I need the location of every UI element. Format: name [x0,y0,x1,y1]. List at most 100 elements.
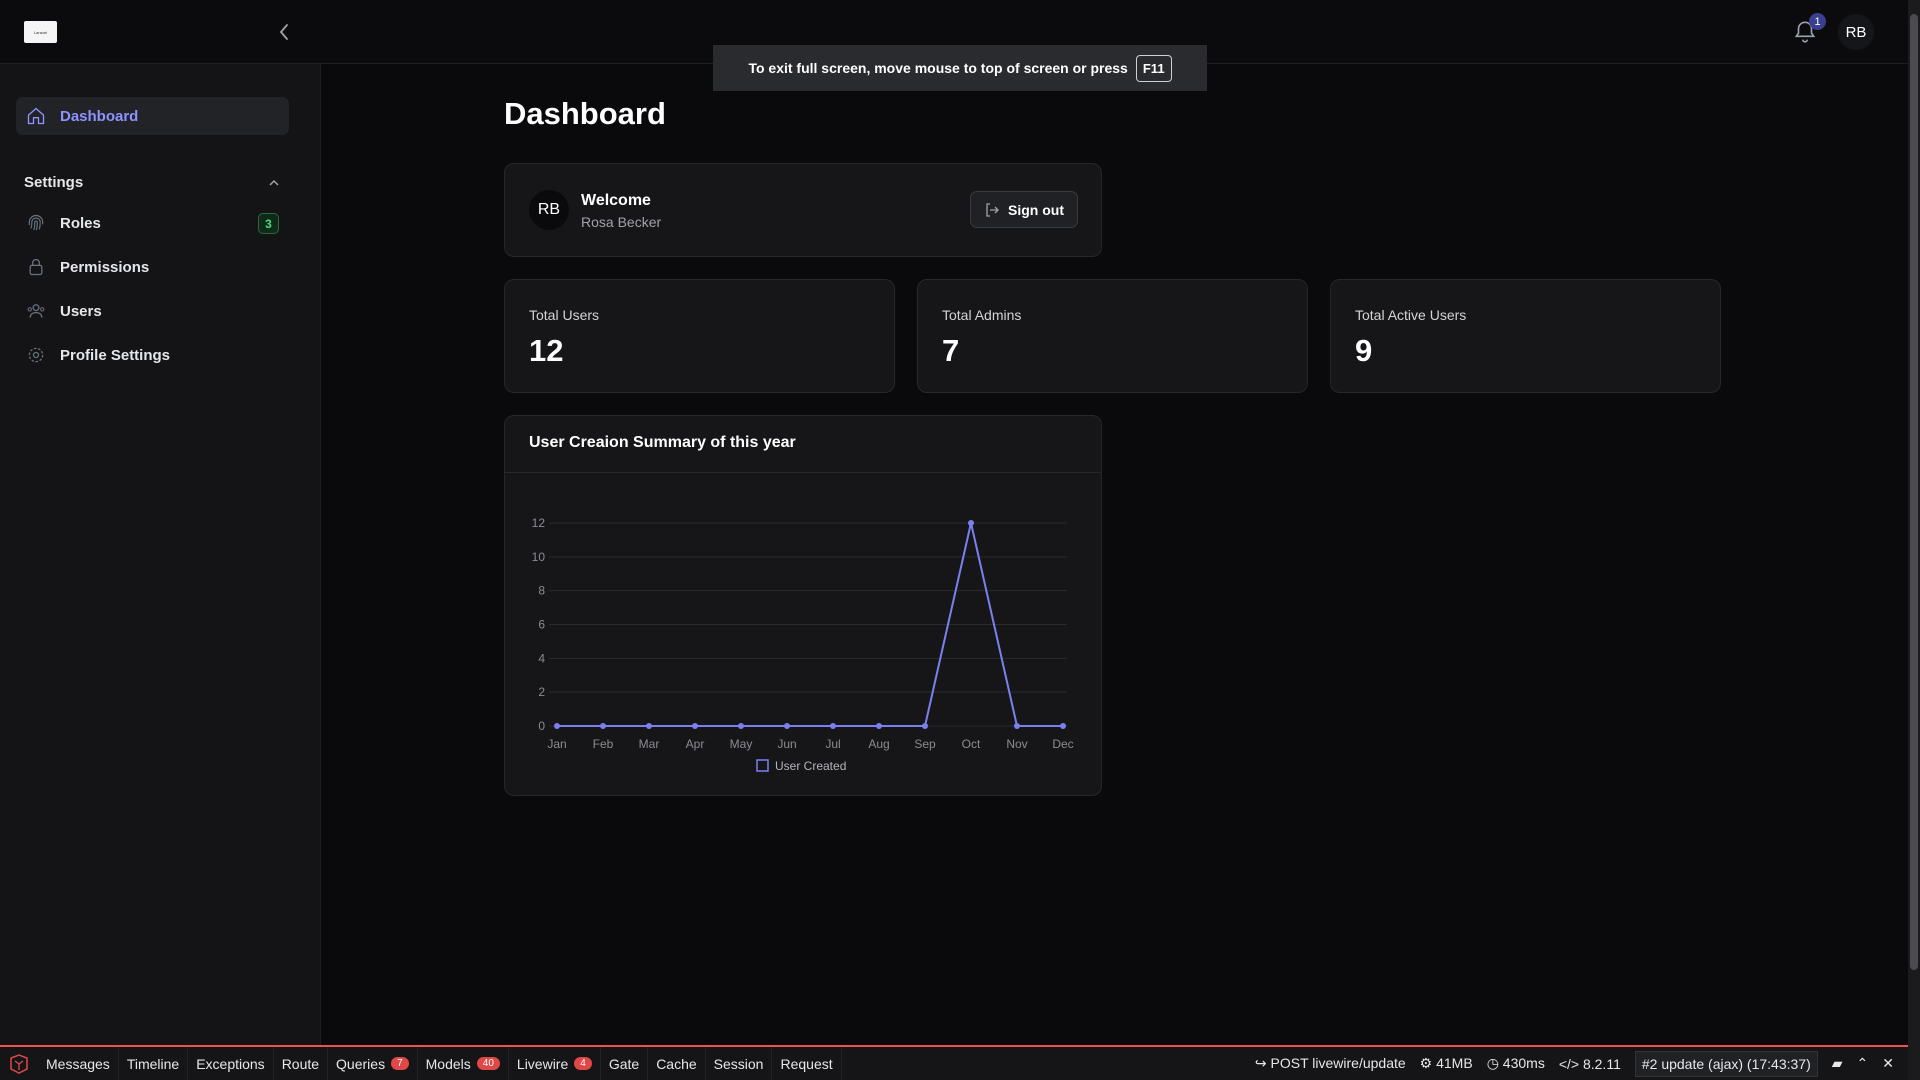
legend-swatch [756,759,769,772]
sidebar-item-label: Users [60,302,102,320]
stat-card-total-users: Total Users 12 [504,279,895,393]
debug-tab-messages[interactable]: Messages [38,1047,119,1080]
sidebar: Dashboard Settings Roles 3 Permissions U… [0,64,321,1045]
x-tick-label: Aug [868,737,889,751]
user-creation-line-chart: 0 2 4 6 8 10 12 Jan Feb Mar Apr May Jun Jul Aug Sep Oct N… [532,516,1074,773]
roles-count-badge: 3 [258,213,279,234]
data-point [876,723,882,729]
sidebar-item-label: Dashboard [60,107,139,125]
settings-group-label: Settings [24,174,84,191]
sidebar-item-users[interactable]: Users [16,292,289,330]
sidebar-item-roles[interactable]: Roles 3 [16,204,289,242]
debug-tab-gate[interactable]: Gate [601,1047,649,1080]
x-tick-label: Jun [777,737,796,751]
debug-bar: Messages Timeline Exceptions Route Queri… [0,1045,1908,1080]
chevron-up-icon [269,179,279,186]
fullscreen-notice-text: To exit full screen, move mouse to top o… [748,60,1128,76]
data-point [600,723,606,729]
avatar: RB [529,190,569,230]
debug-tab-label: Queries [336,1055,386,1072]
debug-php-text: 8.2.11 [1582,1055,1621,1072]
debug-tab-badge: 7 [391,1057,409,1070]
debug-request-route: ↪ POST livewire/update [1254,1055,1406,1071]
debug-tab-session[interactable]: Session [706,1047,773,1080]
stat-value: 12 [529,333,564,368]
debug-time-text: 430ms [1502,1055,1545,1071]
debug-tab-badge: 4 [574,1057,592,1070]
scrollbar[interactable] [1908,0,1920,1080]
data-point [554,723,560,729]
sidebar-item-profile-settings[interactable]: Profile Settings [16,336,289,374]
stat-label: Total Active Users [1355,307,1467,323]
users-icon [27,304,45,318]
page-title: Dashboard [504,96,666,131]
logo-text: Laravel [33,29,48,35]
x-tick-label: Apr [686,737,705,751]
settings-group-toggle[interactable]: Settings [24,174,280,191]
debug-tab-label: Exceptions [196,1055,265,1072]
fingerprint-icon [28,214,44,231]
sign-out-button[interactable]: Sign out [970,191,1078,228]
debug-tab-label: Models [425,1055,471,1072]
stat-card-total-admins: Total Admins 7 [917,279,1308,393]
debug-tab-queries[interactable]: Queries 7 [328,1047,418,1080]
welcome-card: RB Welcome Rosa Becker Sign out [504,163,1102,257]
debug-request-select[interactable]: #2 update (ajax) (17:43:37) [1634,1050,1818,1077]
close-icon[interactable]: ✕ [1882,1055,1894,1072]
sidebar-item-label: Roles [60,214,101,232]
debug-memory: ⚙ 41MB [1419,1055,1473,1071]
welcome-user-name: Rosa Becker [581,214,662,230]
lock-icon [29,258,43,276]
data-point [922,723,928,729]
x-tick-label: Sep [914,737,936,751]
debug-tab-timeline[interactable]: Timeline [119,1047,189,1080]
y-tick-label: 10 [532,550,546,564]
chart-card: User Creaion Summary of this year 0 2 4 6 8 1… [504,415,1102,796]
debug-tab-request[interactable]: Request [772,1047,842,1080]
data-point [784,723,790,729]
debug-tab-label: Timeline [126,1055,180,1072]
debug-bar-info: ↪ POST livewire/update ⚙ 41MB ◷ 430ms </… [1254,1050,1908,1077]
data-point [1060,723,1066,729]
stat-value: 7 [942,333,960,368]
sidebar-item-dashboard[interactable]: Dashboard [16,97,289,135]
x-tick-label: Feb [593,737,614,751]
chart-title: User Creaion Summary of this year [529,434,796,451]
chevron-up-icon[interactable]: ⌃ [1857,1055,1869,1072]
debug-tab-label: Messages [46,1055,110,1072]
y-tick-label: 4 [538,651,545,665]
debug-tab-label: Route [281,1055,320,1072]
y-tick-label: 12 [532,516,546,530]
x-tick-label: Jul [825,737,840,751]
debug-tab-route[interactable]: Route [274,1047,329,1080]
user-avatar[interactable]: RB [1838,14,1874,50]
app-logo[interactable]: Laravel [24,21,57,43]
debug-php-version: </> 8.2.11 [1558,1055,1621,1072]
y-tick-label: 2 [538,685,545,699]
sidebar-item-label: Permissions [60,258,150,276]
debug-tab-label: Cache [656,1055,697,1072]
debug-tab-livewire[interactable]: Livewire 4 [509,1047,601,1080]
sidebar-item-permissions[interactable]: Permissions [16,248,289,286]
debug-tab-models[interactable]: Models 40 [418,1047,509,1080]
scrollbar-thumb[interactable] [1910,14,1918,970]
y-tick-label: 8 [538,584,545,598]
data-point [646,723,652,729]
x-tick-label: Mar [639,737,660,751]
data-point [830,723,836,729]
debug-tab-badge: 40 [476,1057,500,1070]
data-point [692,723,698,729]
debug-tab-label: Gate [608,1055,640,1072]
debug-memory-text: 41MB [1436,1055,1473,1071]
debug-tab-cache[interactable]: Cache [648,1047,706,1080]
debug-tab-label: Session [713,1055,764,1072]
folder-icon[interactable]: ▰ [1832,1055,1843,1072]
collapse-sidebar-icon[interactable] [276,22,292,42]
data-point [968,520,974,526]
stat-value: 9 [1355,333,1373,368]
debug-tab-exceptions[interactable]: Exceptions [188,1047,274,1080]
sidebar-item-label: Profile Settings [60,346,171,364]
debugbar-logo-icon[interactable] [0,1047,38,1080]
y-tick-label: 6 [538,618,545,632]
debug-tab-label: Livewire [516,1055,569,1072]
